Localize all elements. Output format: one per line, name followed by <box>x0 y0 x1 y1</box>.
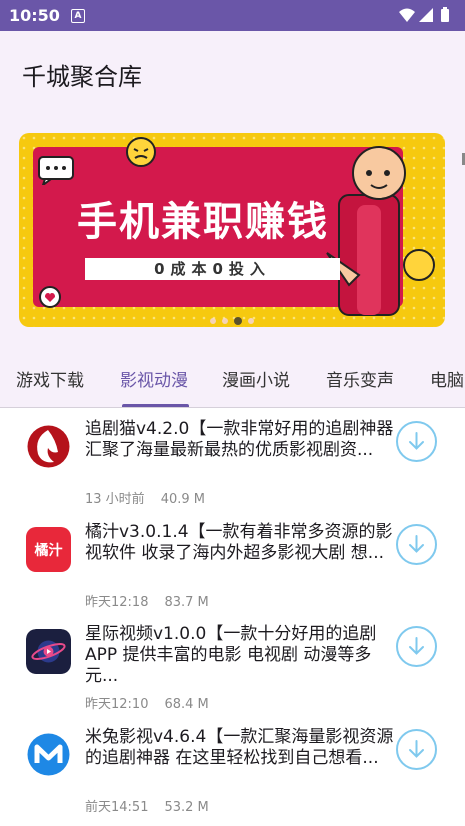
carousel-dot-active[interactable] <box>234 317 242 325</box>
item-meta: 前天14:51 53.2 M <box>85 796 225 815</box>
battery-icon <box>441 7 449 22</box>
item-title[interactable]: 米兔影视v4.6.4【一款汇聚海量影视资源的追剧神器 在这里轻松找到自己想看..… <box>85 727 401 790</box>
download-icon <box>409 740 424 758</box>
item-meta: 昨天12:18 83.7 M <box>85 591 225 610</box>
app-title: 千城聚合库 <box>22 63 142 91</box>
download-button[interactable] <box>396 524 437 565</box>
cartoon-character <box>326 146 435 316</box>
item-size: 53.2 M <box>164 800 209 815</box>
tab-comics-novels[interactable]: 漫画小说 <box>222 366 290 391</box>
item-size: 83.7 M <box>164 595 209 610</box>
tab-video-anime[interactable]: 影视动漫 <box>120 366 188 391</box>
item-meta: 13 小时前 40.9 M <box>85 488 221 507</box>
xingji-icon <box>26 629 71 674</box>
signal-icon <box>419 8 433 22</box>
download-icon <box>409 535 424 553</box>
list-item[interactable]: 米兔影视v4.6.4【一款汇聚海量影视资源的追剧神器 在这里轻松找到自己想看..… <box>0 716 465 816</box>
carousel-dot[interactable] <box>248 318 254 324</box>
item-title[interactable]: 星际视频v1.0.0【一款十分好用的追剧APP 提供丰富的电影 电视剧 动漫等多… <box>85 624 401 687</box>
item-size: 40.9 M <box>160 492 205 507</box>
category-tabs: 游戏下载 影视动漫 漫画小说 音乐变声 电脑 <box>0 344 465 408</box>
item-time: 昨天12:18 <box>85 595 149 610</box>
banner-carousel[interactable]: 手机兼职赚钱 0成本0投入 <box>0 109 465 344</box>
download-icon <box>409 637 424 655</box>
list-item[interactable]: 追剧猫v4.2.0【一款非常好用的追剧神器 汇聚了海量最新最热的优质影视剧资..… <box>0 408 465 508</box>
download-button[interactable] <box>396 626 437 667</box>
item-time: 13 小时前 <box>85 492 145 507</box>
item-size: 68.4 M <box>164 697 209 712</box>
tab-music-voice[interactable]: 音乐变声 <box>326 366 394 391</box>
notification-icon: A <box>71 9 85 23</box>
juzhi-logo-text: 橘汁 <box>34 542 63 559</box>
item-title[interactable]: 追剧猫v4.2.0【一款非常好用的追剧神器 汇聚了海量最新最热的优质影视剧资..… <box>85 419 401 482</box>
carousel-dot[interactable] <box>222 318 228 324</box>
item-time: 昨天12:10 <box>85 697 149 712</box>
wifi-icon <box>399 8 415 22</box>
promo-banner[interactable]: 手机兼职赚钱 0成本0投入 <box>19 133 445 327</box>
heart-icon <box>39 286 61 308</box>
status-time: 10:50 <box>9 6 60 25</box>
emoji-face-icon <box>126 137 156 167</box>
carousel-dot[interactable] <box>210 318 216 324</box>
status-bar: 10:50 A <box>0 0 465 31</box>
banner-subline: 0成本0投入 <box>85 258 340 280</box>
app-bar: 千城聚合库 <box>0 31 465 109</box>
banner-headline: 手机兼职赚钱 <box>77 199 329 245</box>
zhuijumao-icon <box>26 424 71 469</box>
tab-games[interactable]: 游戏下载 <box>16 366 84 391</box>
item-title[interactable]: 橘汁v3.0.1.4【一款有着非常多资源的影视软件 收录了海内外超多影视大剧 想… <box>85 522 401 585</box>
tab-computer[interactable]: 电脑 <box>430 366 464 391</box>
carousel-indicator <box>19 309 445 327</box>
list-item[interactable]: 橘汁 橘汁v3.0.1.4【一款有着非常多资源的影视软件 收录了海内外超多影视大… <box>0 511 465 611</box>
chat-bubble-icon <box>38 156 74 185</box>
juzhi-icon: 橘汁 <box>26 527 71 572</box>
mitu-icon <box>26 732 71 777</box>
item-meta: 昨天12:10 68.4 M <box>85 693 225 712</box>
list-item[interactable]: 星际视频v1.0.0【一款十分好用的追剧APP 提供丰富的电影 电视剧 动漫等多… <box>0 613 465 713</box>
download-button[interactable] <box>396 729 437 770</box>
download-button[interactable] <box>396 421 437 462</box>
download-icon <box>409 432 424 450</box>
item-time: 前天14:51 <box>85 800 149 815</box>
status-icons <box>397 7 457 27</box>
